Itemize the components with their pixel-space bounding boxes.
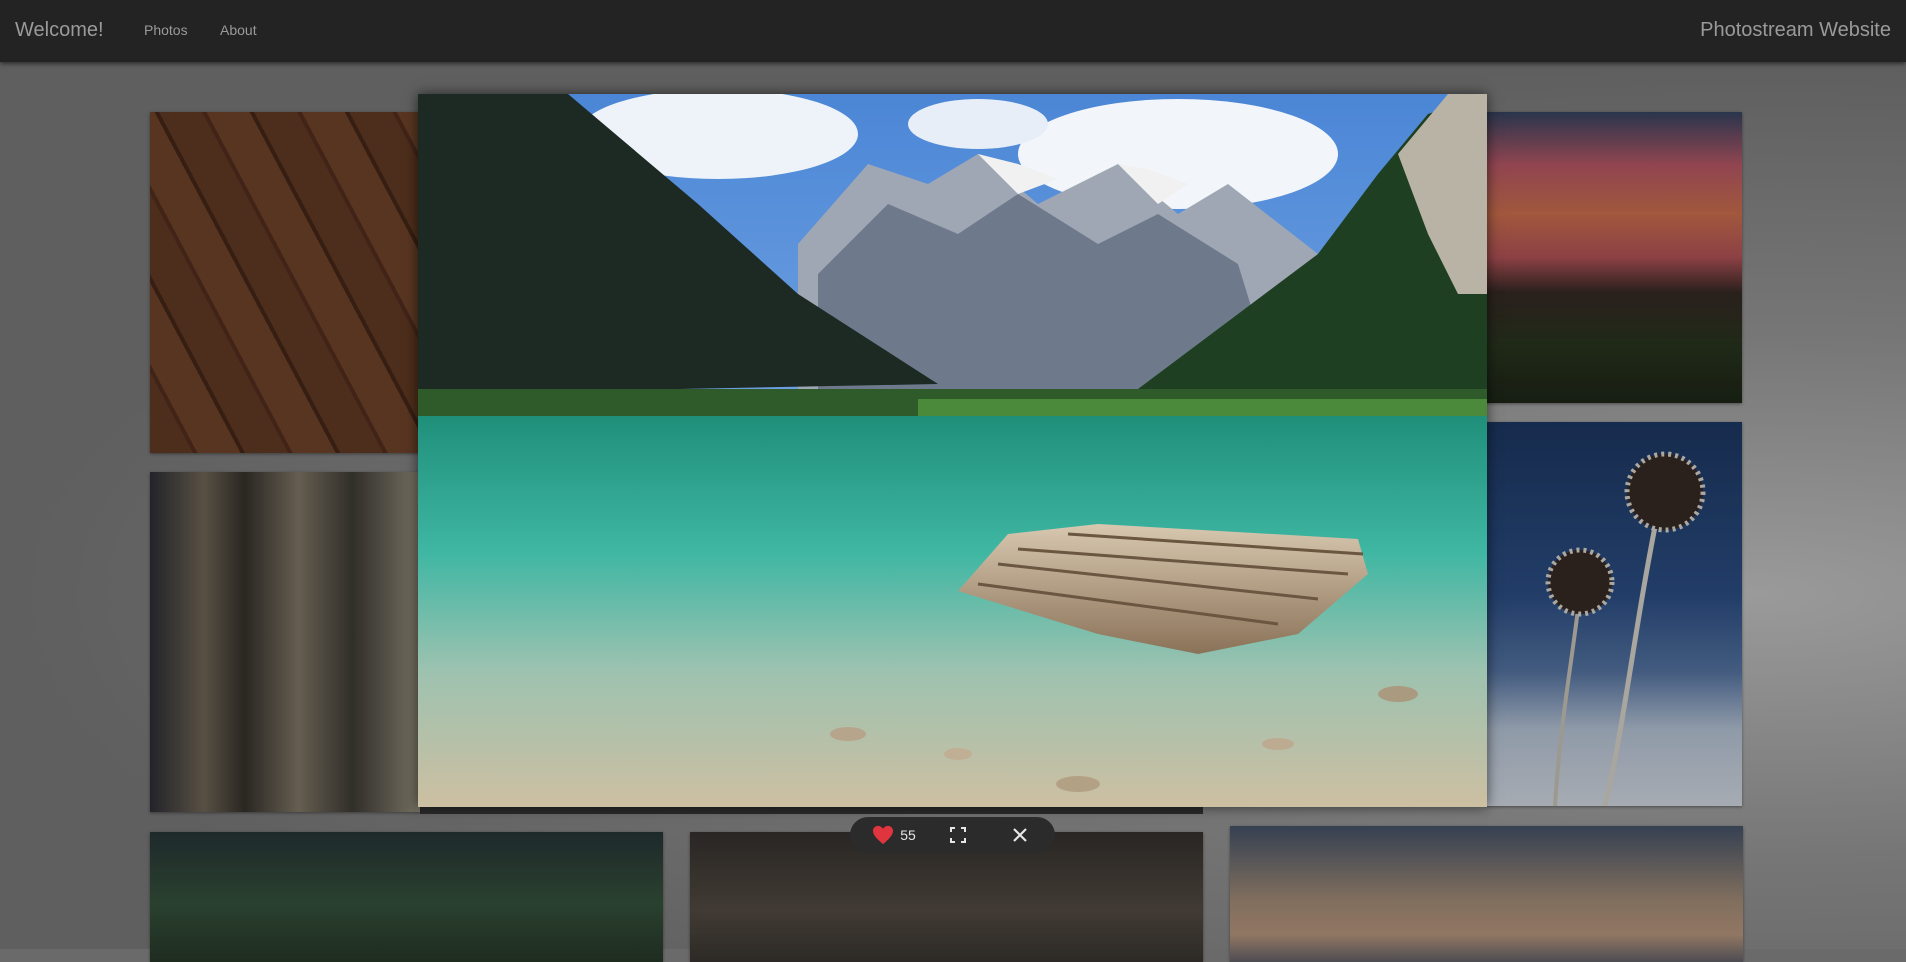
close-icon (1013, 828, 1027, 842)
photo-tile-dusk-lake[interactable] (1230, 826, 1743, 962)
fullscreen-icon (950, 827, 966, 843)
close-button[interactable] (1000, 817, 1040, 853)
site-title: Photostream Website (1700, 19, 1891, 41)
photo-row-edge (420, 806, 1203, 814)
heart-icon (873, 825, 894, 845)
fullscreen-button[interactable] (938, 817, 978, 853)
like-button[interactable]: 55 (864, 817, 924, 853)
photo-tile-forest[interactable] (150, 832, 663, 962)
navbar: Welcome! Photos About Photostream Websit… (0, 0, 1906, 62)
photo-tile-brick-wall[interactable] (150, 112, 420, 453)
photo-tile-frosted-thistle[interactable] (1485, 422, 1742, 806)
lightbox-toolbar: 55 (850, 817, 1055, 853)
lake-raft-photo (418, 94, 1487, 807)
nav-link-about[interactable]: About (220, 22, 257, 38)
like-count: 55 (900, 827, 916, 843)
lightbox-photo[interactable] (418, 94, 1487, 807)
photo-tile-sunset-field[interactable] (1485, 112, 1742, 403)
photo-tile-industrial-building[interactable] (150, 472, 420, 812)
nav-link-photos[interactable]: Photos (144, 22, 188, 38)
brand-link[interactable]: Welcome! (15, 19, 104, 42)
